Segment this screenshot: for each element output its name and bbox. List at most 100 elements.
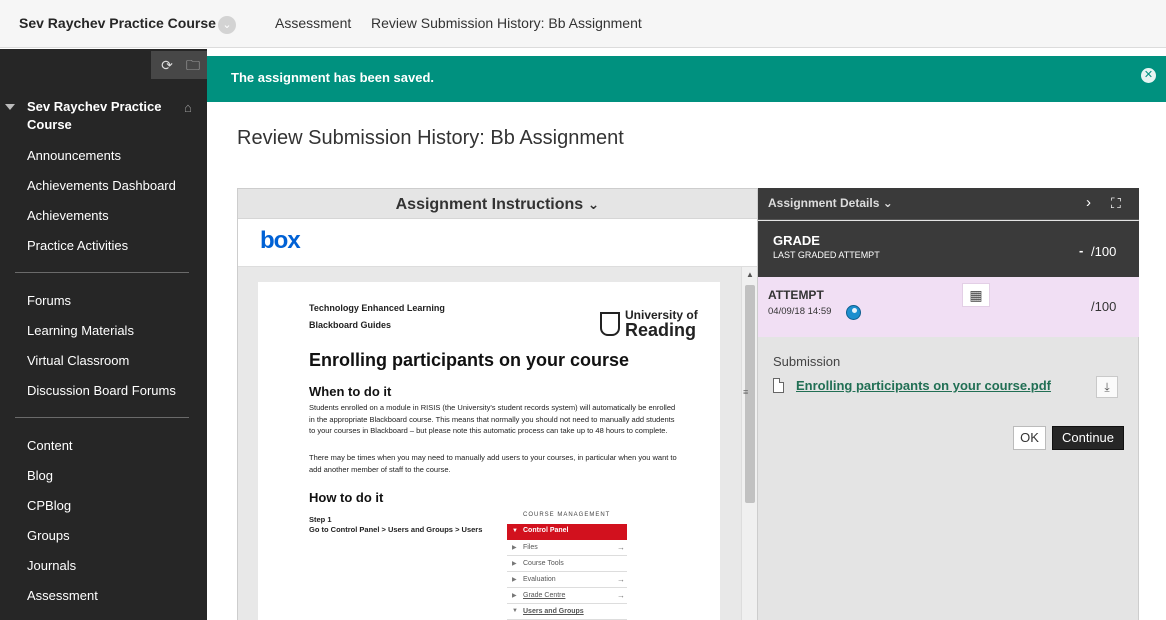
details-header: Assignment Details ⌄ › ⛶ bbox=[758, 188, 1139, 220]
sidebar-item-groups[interactable]: Groups bbox=[27, 528, 70, 543]
control-panel-row: ▼ Control Panel bbox=[507, 524, 627, 540]
sidebar-item-assessment[interactable]: Assessment bbox=[27, 588, 98, 603]
sidebar-divider bbox=[15, 417, 189, 418]
refresh-icon[interactable]: ⟳ bbox=[157, 55, 177, 75]
success-banner: The assignment has been saved. ✕ bbox=[207, 56, 1166, 102]
close-icon[interactable]: ✕ bbox=[1141, 68, 1156, 83]
top-bar: Sev Raychev Practice Course ⌄ Assessment… bbox=[0, 0, 1166, 48]
cm-row: ▶ Course Tools bbox=[507, 556, 627, 572]
cm-row: ▶ Evaluation → bbox=[507, 572, 627, 588]
arrow-right-icon: → bbox=[617, 575, 625, 584]
sidebar-item-forums[interactable]: Forums bbox=[27, 293, 71, 308]
cm-row: ▶ Grade Centre → bbox=[507, 588, 627, 604]
sidebar-item-announcements[interactable]: Announcements bbox=[27, 148, 121, 163]
grade-label: GRADE bbox=[773, 233, 820, 248]
caret-right-icon: ▶ bbox=[512, 545, 517, 551]
page-title: Review Submission History: Bb Assignment bbox=[237, 127, 624, 149]
attempt-date: 04/09/18 14:59 bbox=[768, 306, 832, 317]
caret-down-icon: ▼ bbox=[512, 528, 518, 534]
attempt-row[interactable]: ATTEMPT 04/09/18 14:59 ▦ /100 bbox=[758, 277, 1139, 337]
caret-right-icon: ▶ bbox=[512, 577, 517, 583]
chevron-down-icon: ⌄ bbox=[882, 196, 893, 210]
sidebar-item-journals[interactable]: Journals bbox=[27, 558, 76, 573]
assignment-instructions-panel: Assignment Instructions ⌄ box Technology… bbox=[237, 188, 758, 620]
course-menu-chevron-icon[interactable]: ⌄ bbox=[218, 16, 236, 34]
doc-header-line1: Technology Enhanced Learning bbox=[309, 303, 445, 313]
document-viewer[interactable]: Technology Enhanced Learning Blackboard … bbox=[238, 267, 757, 620]
course-title[interactable]: Sev Raychev Practice Course bbox=[19, 15, 216, 31]
file-icon bbox=[773, 378, 784, 393]
assignment-details-panel: Assignment Details ⌄ › ⛶ GRADE LAST GRAD… bbox=[758, 188, 1139, 620]
cm-row-label: Evaluation bbox=[523, 576, 556, 583]
breadcrumb-current: Review Submission History: Bb Assignment bbox=[371, 15, 642, 31]
caret-right-icon: ▶ bbox=[512, 561, 517, 567]
submission-label: Submission bbox=[773, 354, 841, 369]
collapse-caret-icon[interactable] bbox=[5, 104, 15, 110]
arrow-right-icon: → bbox=[617, 543, 625, 552]
grade-summary: GRADE LAST GRADED ATTEMPT - /100 bbox=[758, 221, 1139, 277]
download-icon[interactable]: ⤓ bbox=[1096, 376, 1118, 398]
box-viewer-toolbar: box bbox=[238, 219, 757, 267]
sidebar-item-cpblog[interactable]: CPBlog bbox=[27, 498, 71, 513]
chevron-down-icon: ⌄ bbox=[587, 196, 600, 212]
control-panel-label: Control Panel bbox=[523, 527, 569, 534]
sidebar-item-content[interactable]: Content bbox=[27, 438, 73, 453]
sidebar-item-practice-activities[interactable]: Practice Activities bbox=[27, 238, 128, 253]
banner-message: The assignment has been saved. bbox=[231, 70, 435, 85]
doc-paragraph: Students enrolled on a module in RISIS (… bbox=[309, 403, 676, 435]
sidebar-course-name[interactable]: Sev Raychev Practice Course bbox=[27, 98, 177, 134]
document-page: Technology Enhanced Learning Blackboard … bbox=[258, 282, 720, 620]
cm-row: ▼ Users and Groups bbox=[507, 604, 627, 620]
sidebar-divider bbox=[15, 272, 189, 273]
sidebar-item-achievements-dashboard[interactable]: Achievements Dashboard bbox=[27, 178, 176, 193]
course-management-title: COURSE MANAGEMENT bbox=[523, 512, 611, 518]
expand-icon[interactable]: ⛶ bbox=[1111, 195, 1121, 212]
instructions-heading: Assignment Instructions bbox=[395, 196, 584, 213]
doc-title: Enrolling participants on your course bbox=[309, 350, 630, 370]
sidebar-item-virtual-classroom[interactable]: Virtual Classroom bbox=[27, 353, 129, 368]
submission-file-link[interactable]: Enrolling participants on your course.pd… bbox=[796, 378, 1051, 393]
sidebar-tools: ⟳ 🗀 bbox=[151, 51, 207, 79]
sidebar-item-learning-materials[interactable]: Learning Materials bbox=[27, 323, 134, 338]
caret-down-icon: ▼ bbox=[512, 608, 518, 614]
resize-grip-icon[interactable]: ≡ bbox=[743, 387, 748, 397]
doc-step-label: Step 1 bbox=[309, 515, 332, 524]
doc-paragraph: There may be times when you may need to … bbox=[309, 453, 677, 474]
viewer-scrollbar[interactable]: ▲ bbox=[741, 267, 757, 620]
doc-heading-how: How to do it bbox=[309, 490, 384, 505]
continue-button[interactable]: Continue bbox=[1052, 426, 1124, 450]
course-sidebar: ⟳ 🗀 Sev Raychev Practice Course ⌂ Announ… bbox=[0, 49, 207, 620]
folder-icon[interactable]: 🗀 bbox=[183, 55, 203, 75]
cm-row-label: Files bbox=[523, 544, 538, 551]
sidebar-item-discussion-board-forums[interactable]: Discussion Board Forums bbox=[27, 383, 176, 398]
doc-step-description: Go to Control Panel > Users and Groups >… bbox=[309, 525, 483, 534]
breadcrumb-assessment[interactable]: Assessment bbox=[275, 15, 351, 31]
chevron-right-icon[interactable]: › bbox=[1086, 194, 1091, 211]
caret-right-icon: ▶ bbox=[512, 593, 517, 599]
box-logo: box bbox=[260, 227, 301, 254]
details-heading-label: Assignment Details bbox=[768, 196, 880, 210]
rubric-grid-icon[interactable]: ▦ bbox=[962, 283, 990, 307]
instructions-header[interactable]: Assignment Instructions ⌄ bbox=[238, 189, 757, 219]
doc-heading-when: When to do it bbox=[309, 384, 392, 399]
ok-button[interactable]: OK bbox=[1013, 426, 1046, 450]
cm-row-label: Grade Centre bbox=[523, 592, 566, 599]
cm-row-label: Users and Groups bbox=[523, 608, 584, 615]
arrow-right-icon: → bbox=[617, 591, 625, 600]
doc-header-line2: Blackboard Guides bbox=[309, 320, 392, 330]
sidebar-item-achievements[interactable]: Achievements bbox=[27, 208, 109, 223]
cm-row-label: Course Tools bbox=[523, 560, 564, 567]
attempt-out-of: /100 bbox=[1091, 299, 1117, 314]
scroll-up-icon[interactable]: ▲ bbox=[746, 270, 754, 279]
cm-row: ▶ Files → bbox=[507, 540, 627, 556]
university-logo-line2: Reading bbox=[625, 320, 697, 340]
details-heading[interactable]: Assignment Details ⌄ bbox=[768, 196, 893, 210]
attempt-label: ATTEMPT bbox=[768, 288, 824, 302]
grade-sublabel: LAST GRADED ATTEMPT bbox=[773, 250, 880, 260]
sidebar-item-blog[interactable]: Blog bbox=[27, 468, 53, 483]
home-icon[interactable]: ⌂ bbox=[184, 100, 192, 115]
grade-value: - bbox=[1079, 243, 1084, 258]
university-crest-icon bbox=[600, 312, 620, 336]
clock-icon bbox=[846, 305, 861, 320]
grade-out-of: /100 bbox=[1091, 244, 1117, 259]
